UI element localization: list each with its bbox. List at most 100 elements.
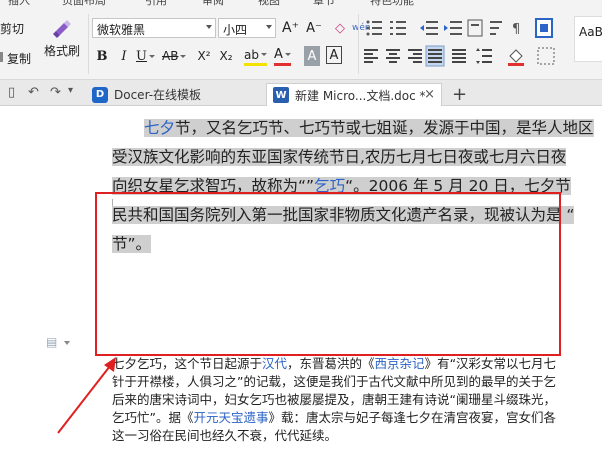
chevron-down-icon [284, 53, 291, 56]
separator [88, 14, 89, 74]
copy-icon [0, 51, 4, 66]
bullet-list-icon [366, 20, 382, 36]
para1-text: “。2006 年 5 月 20 日，七夕节 [345, 177, 571, 195]
font-color-button[interactable]: A [274, 46, 291, 66]
chevron-down-icon [266, 25, 272, 29]
strikethrough-label: AB [162, 49, 179, 63]
copy-label: 复制 [7, 52, 32, 66]
font-size-value: 小四 [223, 23, 248, 37]
format-painter-icon [53, 20, 71, 38]
link-qiqiao[interactable]: 乞巧 [314, 177, 346, 195]
link-qixi[interactable]: 七夕 [144, 119, 176, 137]
menu-insert[interactable]: 插入 [8, 0, 30, 8]
para2-text: 乞巧忙”。据《 [112, 410, 194, 425]
document-tabbar: ▯ ↶ ↷ ▾ D Docer-在线模板 W 新建 Micro...文档.doc… [0, 80, 602, 106]
selected-paragraph[interactable]: 七夕节，又名乞巧节、七巧节或七姐诞，发源于中国，是华人地区 受汉族文化影响的东亚… [112, 114, 602, 259]
style-preview[interactable]: AaB [574, 16, 602, 62]
chevron-down-icon[interactable]: ▾ [68, 85, 73, 96]
menu-special[interactable]: 特色功能 [370, 0, 414, 8]
new-tab-button[interactable]: + [452, 84, 467, 105]
format-painter-label: 格式刷 [43, 44, 80, 58]
shading-icon [508, 49, 524, 66]
undo-icon[interactable]: ↶ [28, 85, 39, 100]
chinese-layout-icon [467, 19, 483, 37]
link-kaiyuan[interactable]: 开元天宝遗事 [193, 410, 268, 425]
para2-line4: 乞巧忙”。据《开元天宝遗事》载：唐太宗与妃子每逢七夕在清宫夜宴，宫女们各 [112, 409, 602, 427]
para2-text: 七夕乞巧，这个节日起源于 [112, 356, 263, 371]
tab-docer-label: Docer-在线模板 [114, 88, 202, 102]
redo-icon[interactable]: ↷ [50, 85, 61, 100]
justify-icon [425, 45, 445, 67]
clear-format-button[interactable]: ◇ [332, 18, 348, 38]
font-family-value: 微软雅黑 [97, 23, 146, 37]
para1-text: 受汉族文化影响的东亚国家传统节日,农历七月七日夜或七月六日夜 [112, 148, 567, 166]
char-border-button[interactable]: A [326, 46, 342, 64]
tab-active-label: 新建 Micro...文档.doc * [295, 88, 426, 103]
docer-icon: D [92, 86, 108, 103]
tab-docer[interactable]: D Docer-在线模板 [86, 83, 264, 106]
para2-line2: 针于开襟楼，人俱习之”的记载，这便是我们于古代文献中所见到的最早的关于乞 [112, 374, 556, 389]
paragraph-tools: ¶ [364, 18, 555, 67]
font-size-select[interactable]: 小四 [218, 18, 276, 38]
strikethrough-button[interactable]: AB [162, 46, 187, 66]
para1-line3: 向织女星乞求智巧，故称为“”乞巧“。2006 年 5 月 20 日，七夕节 [112, 172, 602, 201]
tab-active-document[interactable]: W 新建 Micro...文档.doc * × [266, 83, 442, 106]
decrease-indent-icon [420, 21, 438, 35]
menu-review[interactable]: 审阅 [202, 0, 224, 8]
clipboard-group: 剪切 复制 格式刷 [0, 14, 88, 76]
chevron-down-icon [180, 54, 187, 58]
menu-chapter[interactable]: 章节 [313, 0, 335, 8]
chevron-down-icon [206, 25, 212, 29]
text-box-icon [535, 18, 553, 38]
underline-button[interactable]: U [136, 46, 155, 66]
paragraph-layout-icon[interactable]: ▤ [46, 335, 57, 349]
align-left-icon [364, 49, 378, 63]
grow-font-button[interactable]: A⁺ [282, 18, 299, 38]
increase-indent-icon [444, 21, 462, 35]
numbered-list-icon [390, 21, 406, 35]
ribbon-toolbar: 插入 页面布局 引用 审阅 视图 章节 特色功能 剪切 复制 格式刷 微软雅黑 [0, 0, 602, 80]
chevron-down-icon [260, 53, 267, 56]
highlight-label: ab [244, 47, 259, 62]
highlight-button[interactable]: ab [244, 46, 267, 66]
menu-page-layout[interactable]: 页面布局 [62, 0, 106, 8]
subscript-button[interactable]: X₂ [218, 46, 234, 66]
menu-view[interactable]: 视图 [258, 0, 280, 8]
font-color-label: A [274, 47, 283, 62]
line-spacing-icon [476, 48, 492, 64]
para1-text: 节”。 [112, 235, 152, 253]
para1-line5: 节”。 [112, 230, 602, 259]
align-right-icon [408, 49, 422, 63]
para2-line1: 七夕乞巧，这个节日起源于汉代，东晋葛洪的《西京杂记》有“汉彩女常以七月七 [112, 355, 602, 373]
sort-icon [490, 21, 502, 35]
show-marks-icon: ¶ [512, 22, 520, 37]
para2-text: 》有“汉彩女常以七月七 [424, 356, 557, 371]
font-family-select[interactable]: 微软雅黑 [92, 18, 216, 38]
svg-text:¶: ¶ [512, 22, 520, 37]
word-document-icon: W [273, 87, 289, 103]
document-icon[interactable]: ▯ [8, 85, 15, 100]
superscript-button[interactable]: X² [196, 46, 212, 66]
borders-icon [537, 47, 555, 65]
menu-references[interactable]: 引用 [145, 0, 167, 8]
link-handai[interactable]: 汉代 [262, 356, 287, 371]
shrink-font-button[interactable]: A⁻ [306, 18, 322, 38]
body-paragraph[interactable]: 七夕乞巧，这个节日起源于汉代，东晋葛洪的《西京杂记》有“汉彩女常以七月七 针于开… [112, 355, 602, 445]
copy-button[interactable]: 复制 [0, 50, 31, 67]
para2-line5: 这一习俗在民间也经久不衰，代代延续。 [112, 428, 338, 443]
chevron-down-icon[interactable] [64, 341, 70, 345]
para1-line1: 七夕节，又名乞巧节、七巧节或七姐诞，发源于中国，是华人地区 [112, 114, 602, 143]
link-xijingzaji[interactable]: 西京杂记 [375, 356, 425, 371]
format-painter-button[interactable]: 格式刷 [40, 18, 84, 70]
separator [358, 14, 359, 74]
cut-button[interactable]: 剪切 [0, 20, 24, 37]
char-shading-button[interactable]: A [304, 46, 320, 66]
underline-label: U [136, 48, 147, 64]
bold-button[interactable]: B [94, 46, 110, 66]
para1-line4: 民共和国国务院列入第一批国家非物质文化遗产名录，现被认为是 “ [112, 201, 602, 230]
para2-text: ，东晋葛洪的《 [287, 356, 375, 371]
close-icon[interactable]: × [424, 87, 435, 102]
para2-text: 》载：唐太宗与妃子每逢七夕在清宫夜宴，宫女们各 [268, 410, 557, 425]
para1-text: 民共和国国务院列入第一批国家非物质文化遗产名录，现被认为是 “ [112, 206, 575, 224]
italic-button[interactable]: I [116, 46, 132, 66]
